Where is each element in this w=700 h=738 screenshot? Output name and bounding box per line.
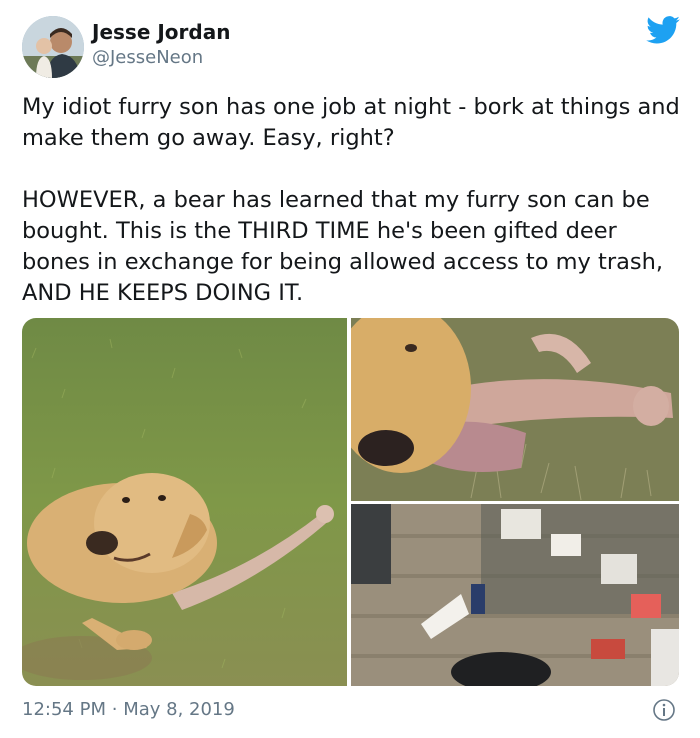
avatar[interactable] <box>22 16 84 78</box>
media-grid <box>22 318 679 686</box>
photo-dog-with-bone[interactable] <box>22 318 347 686</box>
user-handle[interactable]: @JesseNeon <box>92 47 203 68</box>
separator-dot: · <box>111 699 118 720</box>
info-icon[interactable] <box>652 698 676 722</box>
photo-dog-chewing-bone[interactable] <box>351 318 679 501</box>
display-name[interactable]: Jesse Jordan <box>92 20 230 44</box>
tweet-card: Jesse Jordan @JesseNeon My idiot furry s… <box>0 0 700 738</box>
tweet-time: 12:54 PM <box>22 699 106 720</box>
photo-trash-on-deck[interactable] <box>351 504 679 686</box>
tweet-date: May 8, 2019 <box>123 699 235 720</box>
timestamp[interactable]: 12:54 PM · May 8, 2019 <box>22 699 235 720</box>
twitter-bird-icon[interactable] <box>646 16 680 44</box>
tweet-text: My idiot furry son has one job at night … <box>22 94 680 306</box>
